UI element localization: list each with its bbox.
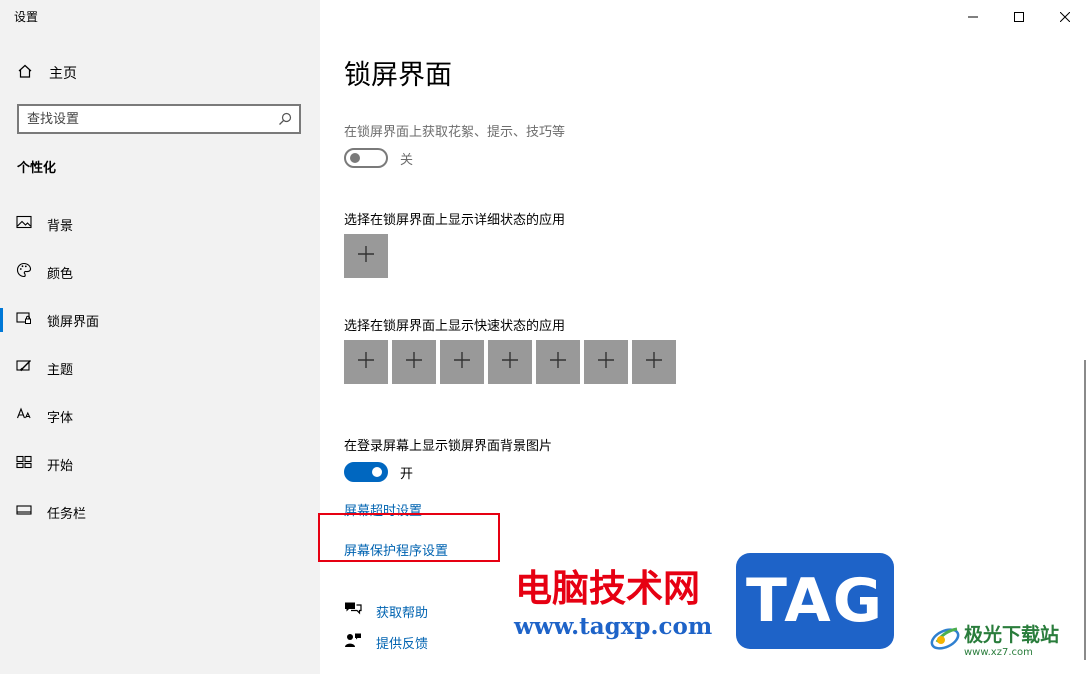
get-help-link[interactable]: 获取帮助 bbox=[344, 601, 428, 621]
sidebar-item-start[interactable]: 开始 bbox=[0, 440, 320, 488]
get-help-label: 获取帮助 bbox=[376, 605, 429, 621]
plus-icon bbox=[645, 351, 663, 373]
sidebar-item-label: 任务栏 bbox=[47, 506, 87, 522]
detailed-status-apps bbox=[344, 234, 388, 278]
quick-status-label: 选择在锁屏界面上显示快速状态的应用 bbox=[344, 319, 566, 334]
section-title: 个性化 bbox=[17, 161, 57, 176]
watermark-logo-text: 极光下载站 www.xz7.com bbox=[964, 620, 1059, 658]
home-icon bbox=[17, 63, 33, 83]
detailed-status-label: 选择在锁屏界面上显示详细状态的应用 bbox=[344, 213, 566, 228]
home-link[interactable]: 主页 bbox=[17, 63, 77, 83]
show-background-toggle[interactable] bbox=[344, 462, 388, 482]
minimize-icon bbox=[968, 7, 978, 26]
sidebar-nav: 背景 颜色 锁屏界面 主题 字体 开始 任务栏 bbox=[0, 200, 320, 536]
page-title: 锁屏界面 bbox=[344, 60, 452, 91]
fun-facts-label: 在锁屏界面上获取花絮、提示、技巧等 bbox=[344, 125, 566, 140]
plus-icon bbox=[453, 351, 471, 373]
taskbar-icon bbox=[16, 502, 32, 522]
fun-facts-toggle[interactable] bbox=[344, 148, 388, 168]
maximize-button[interactable] bbox=[996, 0, 1042, 32]
maximize-icon bbox=[1014, 7, 1024, 26]
sidebar-item-label: 颜色 bbox=[47, 266, 74, 282]
sidebar-item-background[interactable]: 背景 bbox=[0, 200, 320, 248]
quick-status-add-button[interactable] bbox=[344, 340, 388, 384]
search-input[interactable] bbox=[19, 106, 275, 132]
fun-facts-state: 关 bbox=[400, 152, 414, 168]
plus-icon bbox=[597, 351, 615, 373]
plus-icon bbox=[357, 245, 375, 267]
home-label: 主页 bbox=[49, 66, 77, 82]
picture-icon bbox=[16, 214, 32, 234]
toggle-knob bbox=[372, 467, 382, 477]
minimize-button[interactable] bbox=[950, 0, 996, 32]
close-icon bbox=[1059, 7, 1071, 26]
watermark-text: 电脑技术网 bbox=[515, 567, 700, 610]
main-content: 锁屏界面 在锁屏界面上获取花絮、提示、技巧等 关 选择在锁屏界面上显示详细状态的… bbox=[318, 0, 1088, 674]
watermark-logo-name: 极光下载站 bbox=[964, 624, 1060, 646]
sidebar-item-label: 锁屏界面 bbox=[47, 314, 100, 330]
quick-status-add-button[interactable] bbox=[536, 340, 580, 384]
plus-icon bbox=[501, 351, 519, 373]
sidebar-item-label: 开始 bbox=[47, 458, 74, 474]
sidebar-item-themes[interactable]: 主题 bbox=[0, 344, 320, 392]
highlight-box bbox=[318, 513, 500, 562]
quick-status-add-button[interactable] bbox=[632, 340, 676, 384]
toggle-knob bbox=[350, 153, 360, 163]
sidebar: 设置 主页 个性化 背景 颜色 锁屏界面 bbox=[0, 0, 320, 674]
palette-icon bbox=[16, 262, 32, 282]
quick-status-apps bbox=[344, 340, 676, 384]
watermark-url: www.tagxp.com bbox=[514, 613, 713, 640]
feedback-link[interactable]: 提供反馈 bbox=[344, 632, 428, 652]
watermark-tag-logo: TAG bbox=[736, 553, 894, 649]
window-title: 设置 bbox=[14, 10, 39, 24]
plus-icon bbox=[405, 351, 423, 373]
feedback-label: 提供反馈 bbox=[376, 636, 429, 652]
search-box bbox=[17, 104, 301, 134]
feedback-icon bbox=[344, 632, 362, 652]
fun-facts-toggle-row: 关 bbox=[344, 148, 413, 168]
search-icon[interactable] bbox=[275, 112, 295, 126]
show-background-label: 在登录屏幕上显示锁屏界面背景图片 bbox=[344, 439, 553, 454]
quick-status-add-button[interactable] bbox=[488, 340, 532, 384]
show-background-state: 开 bbox=[400, 466, 414, 482]
quick-status-add-button[interactable] bbox=[392, 340, 436, 384]
lock-screen-icon bbox=[16, 310, 32, 330]
detailed-status-add-button[interactable] bbox=[344, 234, 388, 278]
sidebar-item-colors[interactable]: 颜色 bbox=[0, 248, 320, 296]
aurora-logo-icon bbox=[928, 620, 962, 658]
sidebar-item-fonts[interactable]: 字体 bbox=[0, 392, 320, 440]
plus-icon bbox=[549, 351, 567, 373]
start-icon bbox=[16, 454, 32, 474]
help-chat-icon bbox=[344, 601, 362, 621]
sidebar-item-label: 字体 bbox=[47, 410, 74, 426]
watermark-logo-url: www.xz7.com bbox=[964, 647, 1033, 658]
window-controls bbox=[950, 0, 1088, 32]
close-button[interactable] bbox=[1042, 0, 1088, 32]
watermark-logo: 极光下载站 www.xz7.com bbox=[928, 620, 1059, 658]
show-background-toggle-row: 开 bbox=[344, 462, 413, 482]
quick-status-add-button[interactable] bbox=[584, 340, 628, 384]
sidebar-item-label: 背景 bbox=[47, 218, 74, 234]
plus-icon bbox=[357, 351, 375, 373]
font-icon bbox=[16, 406, 32, 426]
sidebar-item-label: 主题 bbox=[47, 362, 74, 378]
scrollbar[interactable] bbox=[1084, 360, 1086, 660]
sidebar-item-lock-screen[interactable]: 锁屏界面 bbox=[0, 296, 320, 344]
theme-icon bbox=[16, 358, 32, 378]
sidebar-item-taskbar[interactable]: 任务栏 bbox=[0, 488, 320, 536]
quick-status-add-button[interactable] bbox=[440, 340, 484, 384]
